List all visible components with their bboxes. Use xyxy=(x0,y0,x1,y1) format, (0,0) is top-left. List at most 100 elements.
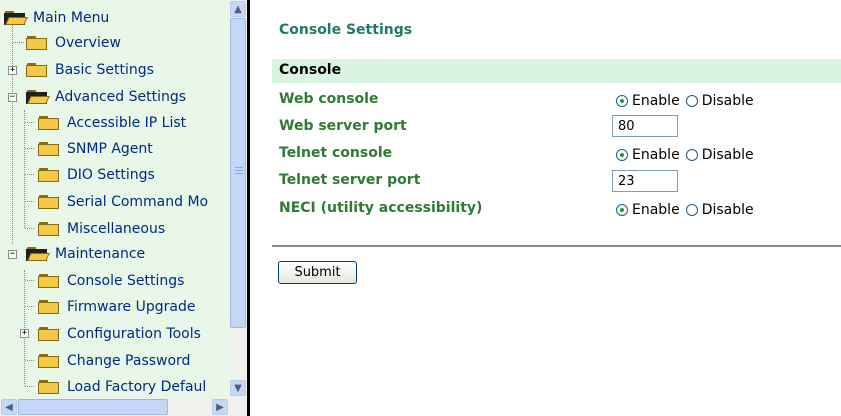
tree-item-maintenance[interactable]: Maintenance xyxy=(26,243,145,265)
page-title: Console Settings xyxy=(279,22,413,38)
enable-label: Enable xyxy=(632,147,680,163)
neci-radio-group: Enable Disable xyxy=(616,202,760,218)
tree-connector xyxy=(25,360,34,361)
folder-icon xyxy=(26,63,48,77)
frame-divider[interactable] xyxy=(247,0,250,416)
folder-icon xyxy=(38,300,60,314)
tree-item-console-settings[interactable]: Console Settings xyxy=(38,270,184,292)
tree-item-label: Overview xyxy=(55,35,121,51)
web-server-port-label: Web server port xyxy=(279,118,407,134)
folder-icon xyxy=(38,222,60,236)
tree-item-dio-settings[interactable]: DIO Settings xyxy=(38,164,155,186)
tree-item-label: Maintenance xyxy=(55,246,146,262)
tree-item-label: Change Password xyxy=(67,353,191,369)
tree-item-label: Serial Command Mo xyxy=(67,194,209,210)
open-folder-icon xyxy=(26,247,50,261)
tree-item-overview[interactable]: Overview xyxy=(26,32,121,54)
tree-item-label: Configuration Tools xyxy=(67,326,201,342)
web-console-radio-group: Enable Disable xyxy=(616,93,760,109)
tree-item-label: Console Settings xyxy=(67,273,185,289)
tree-connector xyxy=(24,110,25,228)
tree-item-main-menu[interactable]: Main Menu xyxy=(4,7,109,29)
tree-connector xyxy=(12,24,13,244)
enable-label: Enable xyxy=(632,202,680,218)
telnet-console-disable-radio[interactable] xyxy=(685,149,698,161)
tree-connector xyxy=(25,280,34,281)
tree-item-label: Firmware Upgrade xyxy=(67,299,196,315)
submit-button[interactable]: Submit xyxy=(278,261,357,284)
disable-label: Disable xyxy=(701,202,754,218)
vertical-scrollbar[interactable]: ▲ ▼ xyxy=(229,0,247,398)
folder-icon xyxy=(38,354,60,368)
folder-icon xyxy=(38,168,60,182)
open-folder-icon xyxy=(26,90,50,104)
tree-item-label: Advanced Settings xyxy=(55,89,187,105)
tree-item-snmp-agent[interactable]: SNMP Agent xyxy=(38,138,153,160)
folder-icon xyxy=(38,274,60,288)
web-server-port-input[interactable] xyxy=(612,115,678,137)
tree-connector xyxy=(25,228,34,229)
web-console-disable-radio[interactable] xyxy=(685,95,698,107)
telnet-console-enable-radio[interactable] xyxy=(616,149,628,161)
tree-item-serial-command-mode[interactable]: Serial Command Mo xyxy=(38,191,208,213)
tree-item-label: Basic Settings xyxy=(55,62,154,78)
tree-connector xyxy=(25,201,34,202)
enable-label: Enable xyxy=(632,93,680,109)
tree-item-label: SNMP Agent xyxy=(67,141,153,157)
tree-item-label: Load Factory Defaul xyxy=(67,379,207,395)
collapse-icon[interactable]: − xyxy=(8,250,17,259)
tree-item-change-password[interactable]: Change Password xyxy=(38,350,190,372)
folder-icon xyxy=(38,380,60,394)
navigation-tree: + − − + Main Menu Overview Basic Setting… xyxy=(0,0,229,398)
telnet-server-port-input[interactable] xyxy=(612,170,678,192)
tree-item-firmware-upgrade[interactable]: Firmware Upgrade xyxy=(38,296,195,318)
scrollbar-thumb[interactable] xyxy=(18,399,168,415)
tree-item-accessible-ip-list[interactable]: Accessible IP List xyxy=(38,112,186,134)
horizontal-scrollbar[interactable]: ◀ ▶ xyxy=(0,398,229,416)
folder-icon xyxy=(38,327,60,341)
expand-icon[interactable]: + xyxy=(20,329,29,338)
folder-icon xyxy=(38,195,60,209)
scroll-right-icon[interactable]: ▶ xyxy=(212,399,228,415)
folder-icon xyxy=(26,36,48,50)
tree-item-load-factory-default[interactable]: Load Factory Defaul xyxy=(38,376,206,398)
neci-disable-radio[interactable] xyxy=(685,204,698,216)
disable-label: Disable xyxy=(701,147,754,163)
neci-enable-radio[interactable] xyxy=(616,204,628,216)
section-title: Console xyxy=(279,62,342,78)
tree-item-advanced-settings[interactable]: Advanced Settings xyxy=(26,86,186,108)
tree-item-configuration-tools[interactable]: Configuration Tools xyxy=(38,323,201,345)
tree-connector xyxy=(25,174,34,175)
scroll-up-icon[interactable]: ▲ xyxy=(230,1,246,17)
tree-item-label: DIO Settings xyxy=(67,167,155,183)
tree-item-label: Main Menu xyxy=(33,10,110,26)
tree-connector xyxy=(25,122,34,123)
tree-item-basic-settings[interactable]: Basic Settings xyxy=(26,59,154,81)
telnet-console-label: Telnet console xyxy=(279,145,393,161)
tree-connector xyxy=(25,386,34,387)
scrollbar-corner xyxy=(229,398,247,416)
web-console-enable-radio[interactable] xyxy=(616,95,628,107)
tree-item-miscellaneous[interactable]: Miscellaneous xyxy=(38,218,165,240)
disable-label: Disable xyxy=(701,93,754,109)
web-console-label: Web console xyxy=(279,91,379,107)
tree-connector xyxy=(25,306,34,307)
telnet-console-radio-group: Enable Disable xyxy=(616,147,760,163)
scrollbar-thumb[interactable] xyxy=(230,18,246,328)
folder-icon xyxy=(38,116,60,130)
expand-icon[interactable]: + xyxy=(8,66,17,75)
scroll-left-icon[interactable]: ◀ xyxy=(1,399,17,415)
scroll-down-icon[interactable]: ▼ xyxy=(230,380,246,396)
divider-line xyxy=(272,245,841,247)
collapse-icon[interactable]: − xyxy=(8,93,17,102)
tree-connector xyxy=(13,42,24,43)
section-header-bar xyxy=(272,59,841,83)
tree-item-label: Accessible IP List xyxy=(67,115,187,131)
tree-item-label: Miscellaneous xyxy=(67,221,166,237)
neci-label: NECI (utility accessibility) xyxy=(279,200,483,216)
navigation-tree-frame: + − − + Main Menu Overview Basic Setting… xyxy=(0,0,247,416)
open-folder-icon xyxy=(4,11,28,25)
tree-connector xyxy=(25,148,34,149)
telnet-server-port-label: Telnet server port xyxy=(279,172,421,188)
folder-icon xyxy=(38,142,60,156)
